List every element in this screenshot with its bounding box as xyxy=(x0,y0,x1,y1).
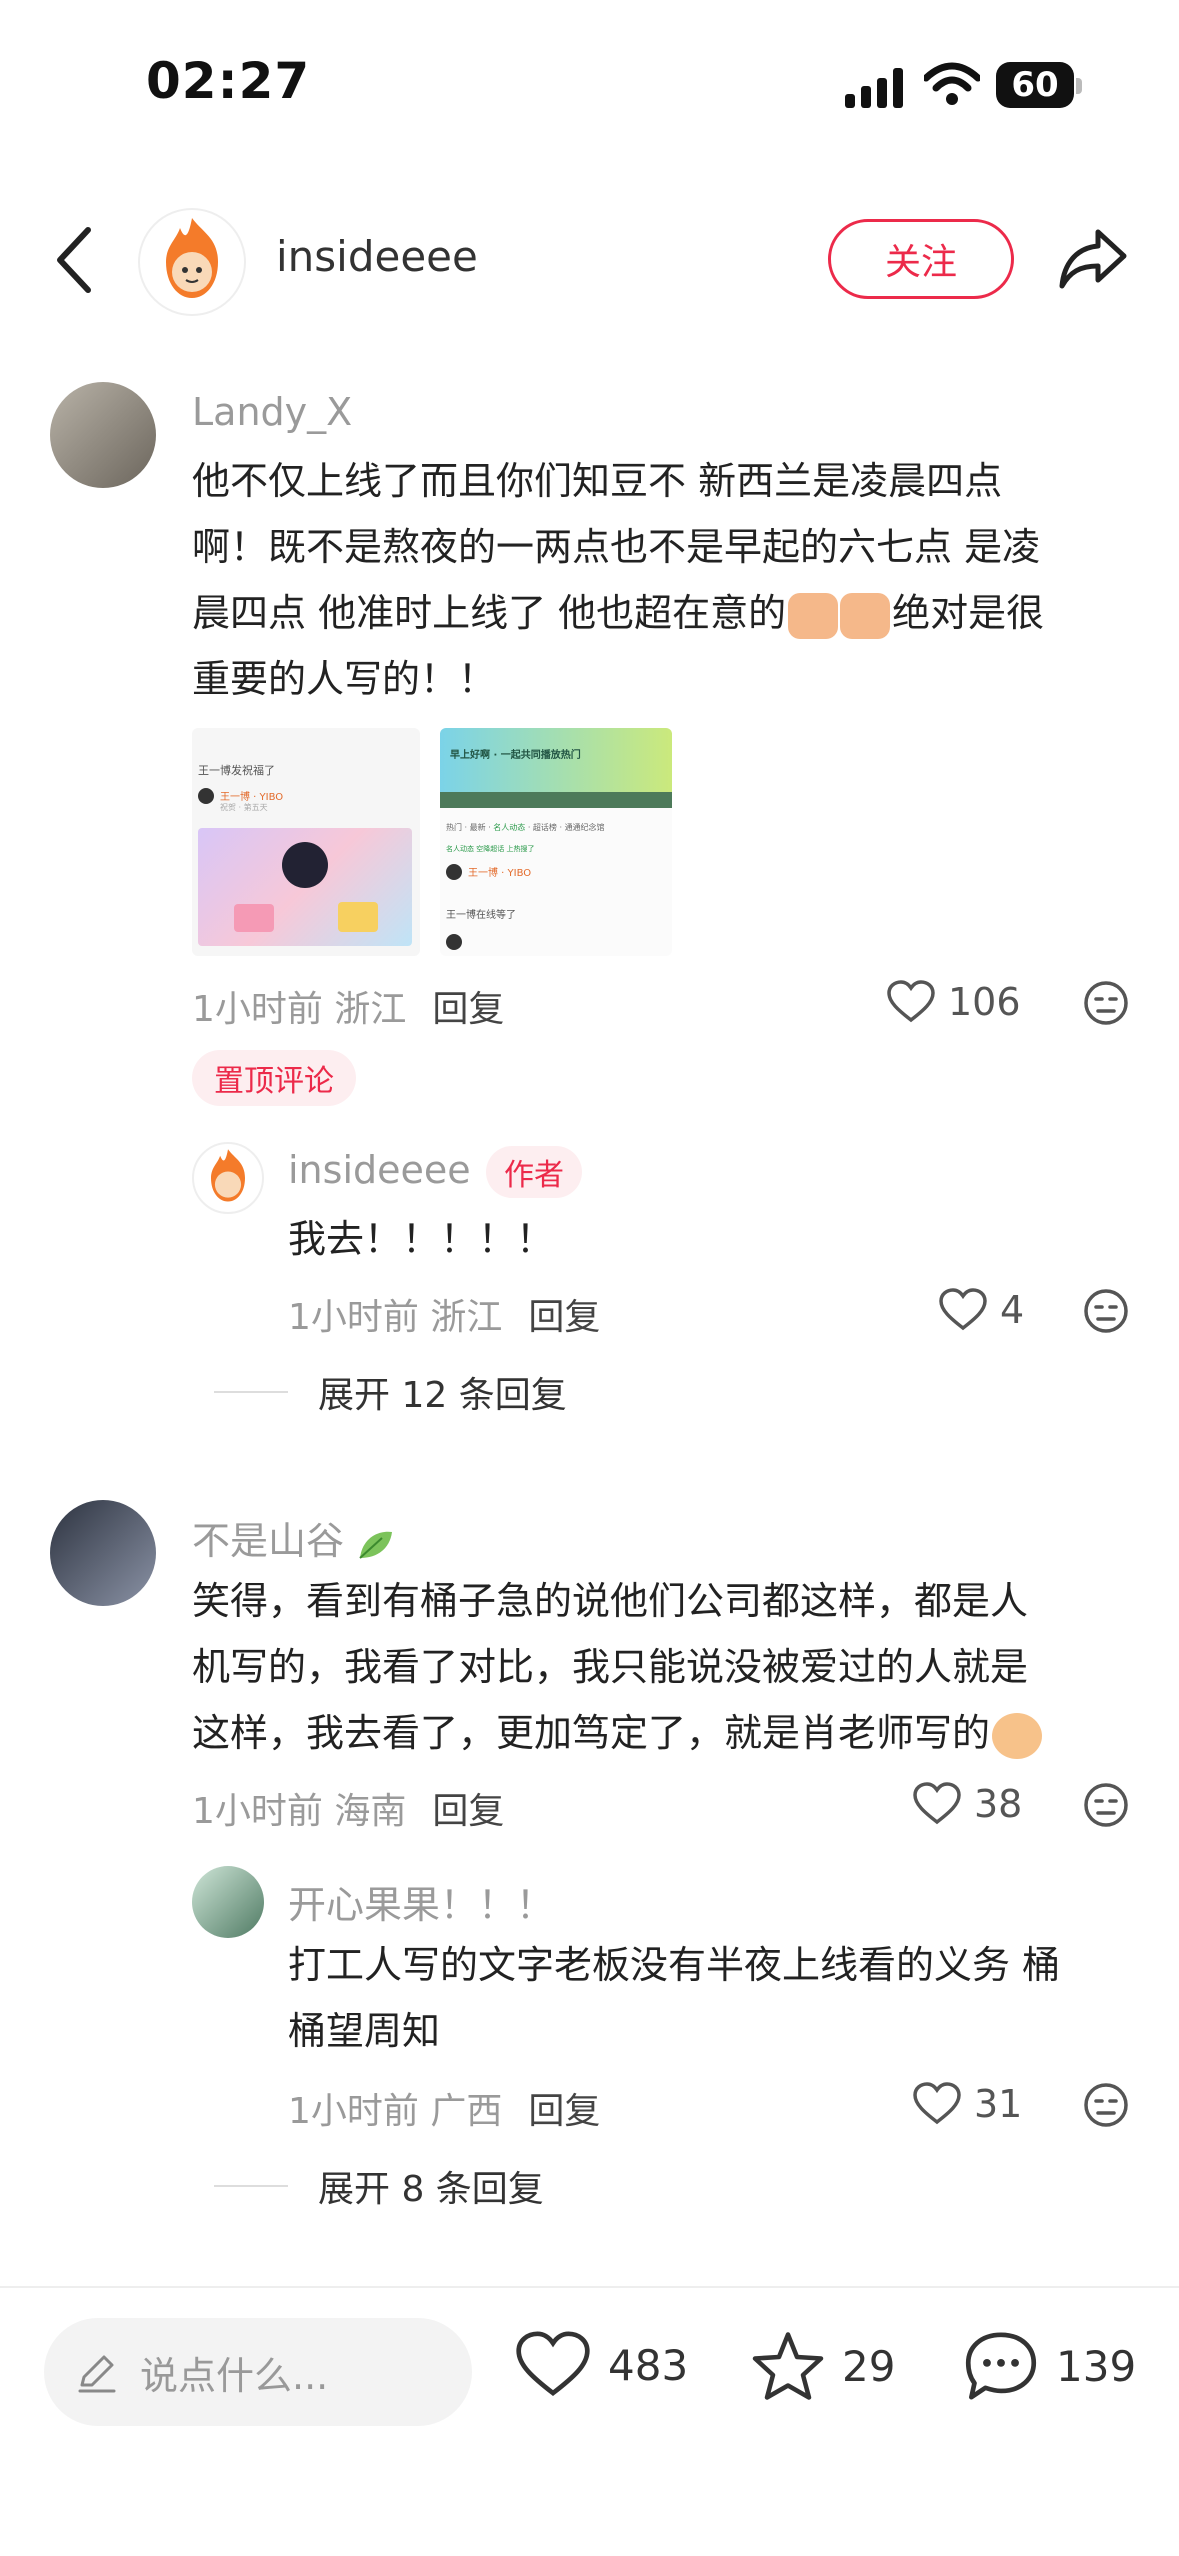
divider-line xyxy=(214,1391,288,1393)
comment-text: 笑得，看到有桶子急的说他们公司都这样，都是人 机写的，我看了对比，我只能说没被爱… xyxy=(192,1568,1142,1766)
reply-meta: 1小时前 广西 回复 xyxy=(288,2091,601,2132)
like-button[interactable]: 106 xyxy=(886,980,1021,1024)
star-icon xyxy=(752,2332,824,2400)
heart-icon xyxy=(887,980,935,1023)
heart-icon xyxy=(913,2082,961,2125)
like-button[interactable]: 38 xyxy=(912,1782,1022,1826)
cellular-signal-icon xyxy=(845,68,903,108)
reply-button[interactable]: 回复 xyxy=(528,1297,600,1338)
reply-button[interactable]: 回复 xyxy=(528,2091,600,2132)
comment-image-1[interactable]: 王一博发祝福了 王一博 · YIBO 祝贺 · 第五天 xyxy=(192,728,420,956)
dislike-face-icon[interactable] xyxy=(1083,1288,1129,1334)
author-avatar[interactable] xyxy=(138,208,246,316)
pencil-icon xyxy=(78,2355,116,2393)
reply-button[interactable]: 回复 xyxy=(432,989,504,1030)
reply-meta: 1小时前 浙江 回复 xyxy=(288,1297,601,1338)
comment-username[interactable]: Landy_X xyxy=(192,390,352,434)
birthday-illustration xyxy=(198,828,412,946)
comment-line: 他不仅上线了而且你们知豆不 新西兰是凌晨四点 xyxy=(192,459,1003,503)
image-tabs: 热门 · 最新 · 名人动态 · 超话榜 · 通通纪念馆 xyxy=(446,823,605,832)
reply-text: 打工人写的文字老板没有半夜上线看的义务 桶 桶望周知 xyxy=(288,1932,1148,2064)
divider-line xyxy=(214,2185,288,2187)
expand-replies-button[interactable]: 展开 8 条回复 xyxy=(214,2160,544,2212)
expand-replies-button[interactable]: 展开 12 条回复 xyxy=(214,1366,567,1418)
reply-username[interactable]: 开心果果！！！ xyxy=(288,1874,554,1929)
reply-line: 打工人写的文字老板没有半夜上线看的义务 桶 xyxy=(288,1943,1061,1987)
crying-laugh-emoji-icon xyxy=(992,1712,1043,1759)
banner-image: 早上好啊 · 一起共同播放热门 xyxy=(440,728,672,792)
post-like-button[interactable]: 483 xyxy=(514,2330,688,2400)
author-badge: 作者 xyxy=(486,1146,582,1198)
flame-mascot-icon xyxy=(211,1149,245,1202)
comment-username[interactable]: 不是山谷 xyxy=(192,1510,396,1565)
comments-button[interactable]: 139 xyxy=(962,2328,1136,2404)
reply-avatar[interactable] xyxy=(192,1866,264,1938)
header-username[interactable]: insideeee xyxy=(276,232,478,281)
comment-input[interactable]: 说点什么... xyxy=(44,2318,472,2426)
flame-mascot-icon xyxy=(166,218,218,298)
comment-line: 这样，我去看了，更加笃定了，就是肖老师写的 xyxy=(192,1700,1142,1766)
wifi-icon xyxy=(924,62,980,105)
reply-avatar[interactable] xyxy=(192,1142,264,1214)
battery-tip xyxy=(1076,78,1082,94)
commenter-avatar[interactable] xyxy=(50,1500,156,1606)
comment-meta: 1小时前 浙江 回复 xyxy=(192,989,505,1030)
like-button[interactable]: 31 xyxy=(912,2082,1022,2126)
comment-line: 重要的人写的！！ xyxy=(192,657,497,701)
comment-meta: 1小时前 海南 回复 xyxy=(192,1791,505,1832)
chat-bubble-icon xyxy=(965,2332,1037,2400)
comment-text: 他不仅上线了而且你们知豆不 新西兰是凌晨四点 啊！既不是熬夜的一两点也不是早起的… xyxy=(192,448,1142,712)
comment-image-2[interactable]: 早上好啊 · 一起共同播放热门 热门 · 最新 · 名人动态 · 超话榜 · 通… xyxy=(440,728,672,956)
comment-line: 啊！既不是熬夜的一两点也不是早起的六七点 是凌 xyxy=(192,525,1041,569)
crying-emoji-icon xyxy=(840,592,891,639)
heart-icon xyxy=(516,2331,590,2397)
pinned-comment-badge: 置顶评论 xyxy=(192,1050,356,1106)
leaf-icon xyxy=(356,1527,396,1561)
commenter-avatar[interactable] xyxy=(50,382,156,488)
comment-line: 机写的，我看了对比，我只能说没被爱过的人就是 xyxy=(192,1645,1029,1689)
dislike-face-icon[interactable] xyxy=(1083,2082,1129,2128)
status-time: 02:27 xyxy=(146,52,311,110)
follow-button[interactable]: 关注 xyxy=(828,219,1014,299)
share-icon[interactable] xyxy=(1058,226,1128,290)
battery-indicator: 60 xyxy=(996,62,1074,108)
favorite-button[interactable]: 29 xyxy=(750,2330,895,2402)
reply-button[interactable]: 回复 xyxy=(432,1791,504,1832)
heart-icon xyxy=(939,1288,987,1331)
reply-text: 我去！！！！！ xyxy=(288,1217,555,1261)
dislike-face-icon[interactable] xyxy=(1083,1782,1129,1828)
comment-line: 笑得，看到有桶子急的说他们公司都这样，都是人 xyxy=(192,1579,1029,1623)
comment-line: 晨四点 他准时上线了 他也超在意的 绝对是很 xyxy=(192,580,1142,646)
dislike-face-icon[interactable] xyxy=(1083,980,1129,1026)
heart-icon xyxy=(913,1782,961,1825)
comment-input-placeholder: 说点什么... xyxy=(140,2353,329,2398)
crying-emoji-icon xyxy=(788,592,839,639)
bottom-divider xyxy=(0,2286,1179,2288)
back-icon[interactable] xyxy=(54,226,94,294)
reply-line: 桶望周知 xyxy=(288,2009,441,2053)
reply-username[interactable]: insideeee xyxy=(288,1148,471,1192)
like-button[interactable]: 4 xyxy=(938,1288,1024,1332)
